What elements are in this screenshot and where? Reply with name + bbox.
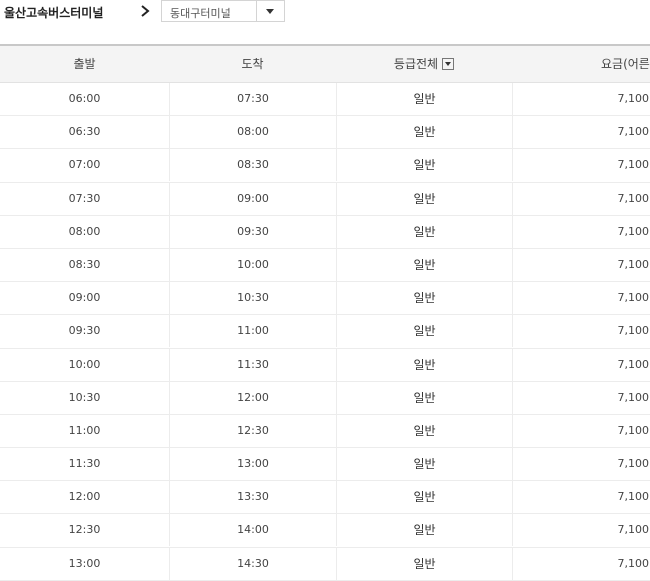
bus-grade: 일반 xyxy=(336,149,512,182)
arrival-time: 10:30 xyxy=(169,282,336,315)
grade-filter-button[interactable] xyxy=(442,58,455,70)
arrival-time: 12:00 xyxy=(169,381,336,414)
departure-time: 06:00 xyxy=(68,92,101,105)
arrival-time: 11:00 xyxy=(169,315,336,348)
departure-time: 08:30 xyxy=(68,257,101,271)
caret-down-icon xyxy=(266,9,274,14)
arrival-time: 13:00 xyxy=(169,448,336,481)
fare: 7,100 xyxy=(512,248,650,281)
fare: 7,100 xyxy=(512,83,650,115)
fare: 7,100 xyxy=(512,182,650,215)
table-row[interactable]: 13:00 14:30 일반 7,100 xyxy=(0,547,650,581)
fare: 7,100 xyxy=(512,348,650,381)
arrival-time: 08:00 xyxy=(169,116,336,149)
header-grade[interactable]: 등급전체 xyxy=(336,46,512,82)
destination-value: 동대구터미널 xyxy=(170,7,231,20)
bus-grade: 일반 xyxy=(336,414,512,447)
destination-dropdown-button[interactable] xyxy=(256,1,284,21)
fare: 7,100 xyxy=(512,381,650,414)
arrival-time: 09:30 xyxy=(169,215,336,248)
arrival-time: 07:30 xyxy=(169,83,336,115)
departure-time: 07:00 xyxy=(68,158,101,172)
bus-grade: 일반 xyxy=(336,348,512,381)
fare: 7,100 xyxy=(512,215,650,248)
departure-time: 08:00 xyxy=(68,224,101,238)
arrival-time: 08:30 xyxy=(169,149,336,182)
bus-grade: 일반 xyxy=(336,448,512,481)
table-row[interactable]: 12:00 13:30 일반 7,100 xyxy=(0,481,650,515)
table-row[interactable]: 09:30 11:00 일반 7,100 xyxy=(0,315,650,349)
table-row[interactable]: 08:30 10:00 일반 7,100 xyxy=(0,248,650,283)
bus-grade: 일반 xyxy=(336,514,512,547)
bus-grade: 일반 xyxy=(336,83,512,115)
departure-time: 11:30 xyxy=(68,457,101,471)
departure-time: 10:30 xyxy=(68,390,101,404)
arrival-time: 14:00 xyxy=(169,514,336,547)
route-bar: 울산고속버스터미널 동대구터미널 xyxy=(0,0,650,24)
table-row[interactable]: 10:00 11:30 일반 7,100 xyxy=(0,348,650,382)
caret-down-icon xyxy=(445,62,452,66)
bus-grade: 일반 xyxy=(336,381,512,414)
header-fare: 요금(어른 xyxy=(601,57,650,71)
bus-grade: 일반 xyxy=(336,116,512,149)
header-arrival: 도착 xyxy=(241,57,264,71)
table-row[interactable]: 08:00 09:30 일반 7,100 xyxy=(0,215,650,249)
chevron-right-icon xyxy=(139,3,153,19)
fare: 7,100 xyxy=(512,315,650,348)
departure-time: 10:00 xyxy=(68,357,101,371)
table-row[interactable]: 07:30 09:00 일반 7,100 xyxy=(0,182,650,216)
departure-time: 11:00 xyxy=(68,423,101,437)
fare: 7,100 xyxy=(512,414,650,447)
table-row[interactable]: 11:00 12:30 일반 7,100 xyxy=(0,414,650,449)
departure-time: 06:30 xyxy=(68,125,101,139)
departure-time: 07:30 xyxy=(68,191,101,205)
bus-grade: 일반 xyxy=(336,182,512,215)
table-body: 06:00 07:30 일반 7,100 06:30 08:00 일반 7,100 07:00 0… xyxy=(0,83,650,581)
fare: 7,100 xyxy=(512,282,650,315)
bus-grade: 일반 xyxy=(336,282,512,315)
departure-time: 12:30 xyxy=(68,523,101,537)
fare: 7,100 xyxy=(512,514,650,547)
arrival-time: 12:30 xyxy=(169,414,336,447)
table-header: 출발 도착 등급전체 요금(어른 xyxy=(0,46,650,83)
table-row[interactable]: 07:00 08:30 일반 7,100 xyxy=(0,149,650,183)
bus-grade: 일반 xyxy=(336,481,512,514)
fare: 7,100 xyxy=(512,116,650,149)
fare: 7,100 xyxy=(512,448,650,481)
table-row[interactable]: 06:30 08:00 일반 7,100 xyxy=(0,116,650,150)
destination-select[interactable]: 동대구터미널 xyxy=(161,0,285,22)
fare: 7,100 xyxy=(512,149,650,182)
departure-time: 09:00 xyxy=(68,291,101,305)
table-row[interactable]: 11:30 13:00 일반 7,100 xyxy=(0,448,650,482)
origin-terminal: 울산고속버스터미널 xyxy=(4,6,104,20)
departure-time: 09:30 xyxy=(68,324,101,338)
bus-grade: 일반 xyxy=(336,215,512,248)
departure-time: 12:00 xyxy=(68,490,101,504)
bus-grade: 일반 xyxy=(336,248,512,281)
header-departure: 출발 xyxy=(73,57,96,71)
arrival-time: 09:00 xyxy=(169,182,336,215)
timetable: 출발 도착 등급전체 요금(어른 06:00 07:30 일반 7,100 06:30 0… xyxy=(0,44,650,581)
arrival-time: 11:30 xyxy=(169,348,336,381)
fare: 7,100 xyxy=(512,481,650,514)
table-row[interactable]: 06:00 07:30 일반 7,100 xyxy=(0,83,650,117)
arrival-time: 10:00 xyxy=(169,248,336,281)
table-row[interactable]: 10:30 12:00 일반 7,100 xyxy=(0,381,650,415)
bus-grade: 일반 xyxy=(336,315,512,348)
table-row[interactable]: 09:00 10:30 일반 7,100 xyxy=(0,282,650,316)
header-grade-label: 등급전체 xyxy=(393,57,439,71)
arrival-time: 13:30 xyxy=(169,481,336,514)
table-row[interactable]: 12:30 14:00 일반 7,100 xyxy=(0,514,650,548)
